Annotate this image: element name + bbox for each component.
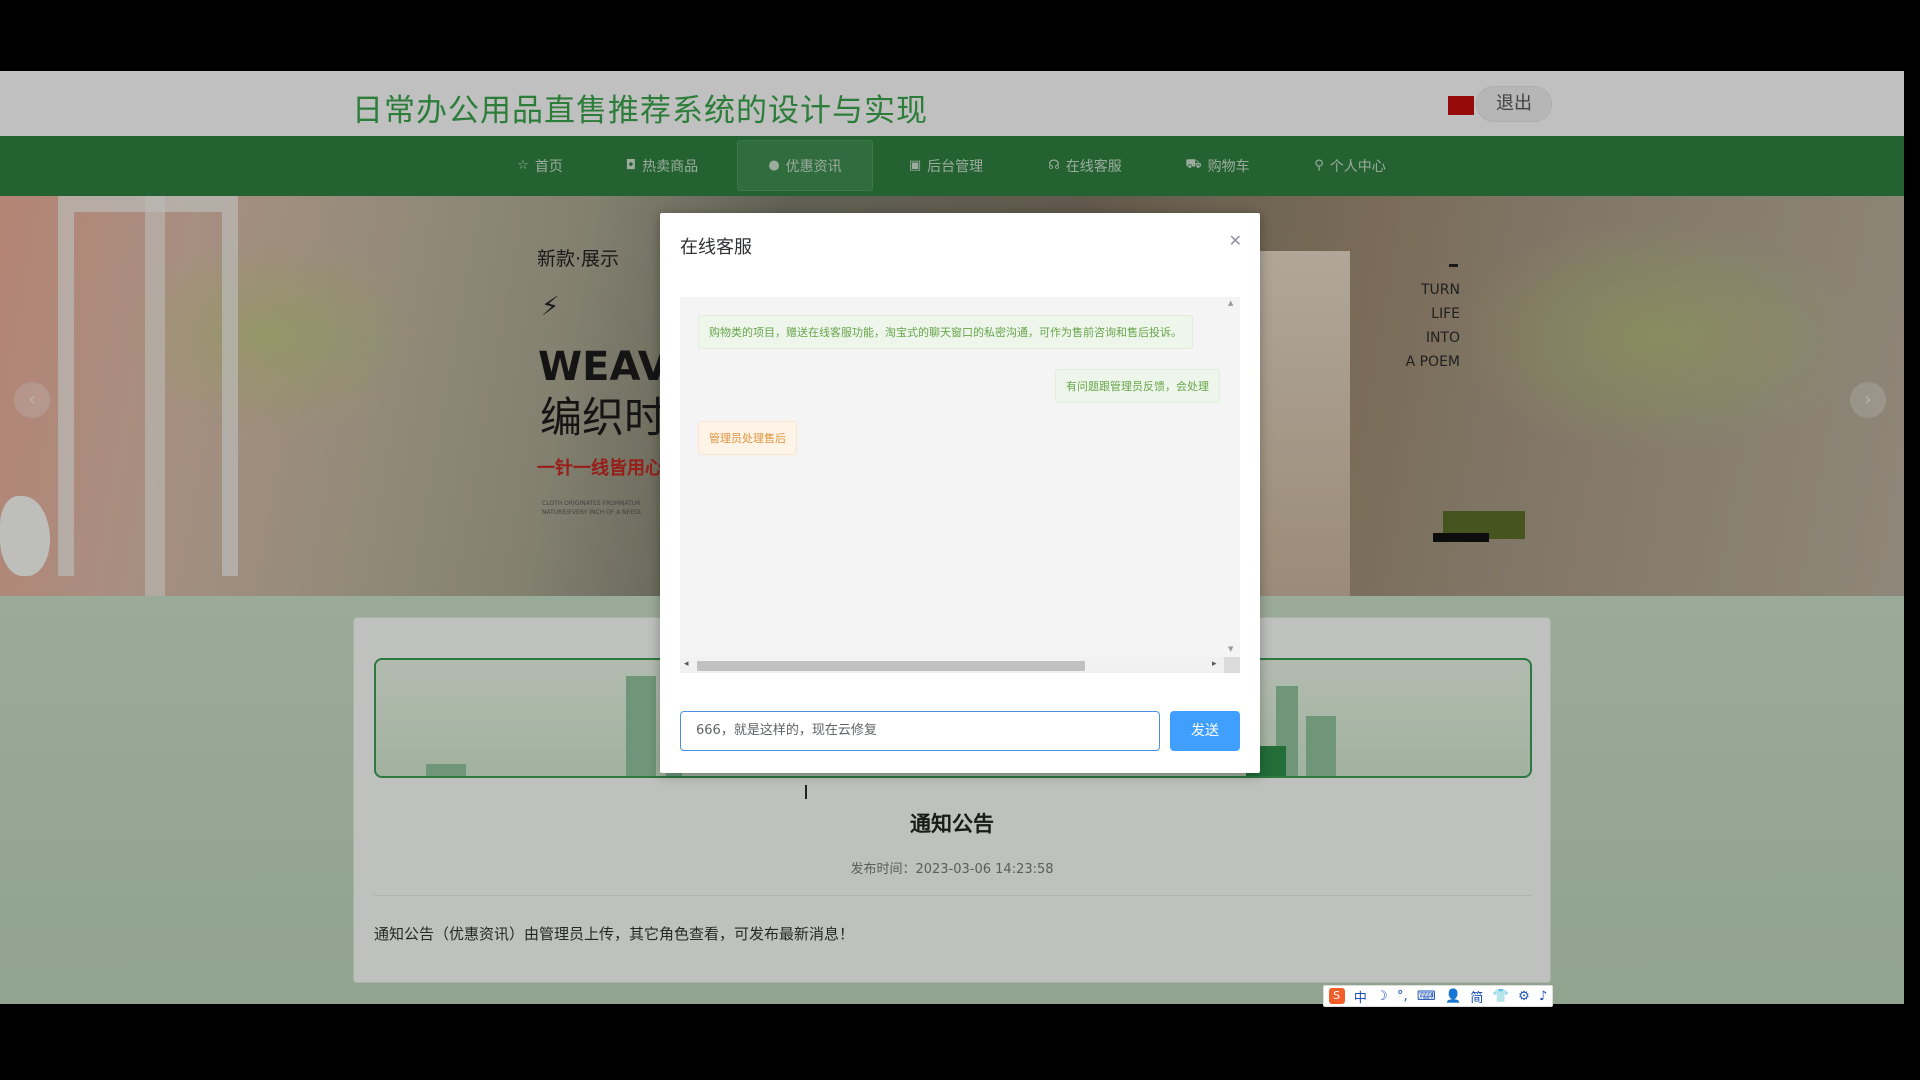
tiktok-icon[interactable]: ♪ (1539, 989, 1547, 1004)
chat-message: 购物类的项目，赠送在线客服功能，淘宝式的聊天窗口的私密沟通，可作为售前咨询和售后… (698, 315, 1193, 349)
chat-history[interactable]: 购物类的项目，赠送在线客服功能，淘宝式的聊天窗口的私密沟通，可作为售前咨询和售后… (680, 297, 1240, 673)
punctuation-icon[interactable]: °, (1397, 989, 1408, 1004)
scroll-down-icon[interactable]: ▼ (1228, 645, 1233, 653)
skin-icon[interactable]: 👕 (1493, 989, 1509, 1004)
vertical-scrollbar[interactable]: ▲ ▼ (1224, 297, 1240, 657)
dialog-title: 在线客服 (680, 237, 752, 258)
chat-message: 有问题跟管理员反馈，会处理 (1055, 369, 1220, 403)
horizontal-scrollbar[interactable]: ◂ ▸ (680, 657, 1224, 673)
browser-viewport: 日常办公用品直售推荐系统的设计与实现 退出 ☆ 首页 ◘ 热卖商品 ● 优惠资讯… (0, 71, 1904, 1004)
ime-logo-icon[interactable]: S (1328, 988, 1345, 1004)
scroll-corner (1224, 657, 1240, 673)
text-cursor (805, 785, 807, 799)
chat-message: 管理员处理售后 (698, 421, 797, 455)
send-button[interactable]: 发送 (1170, 711, 1240, 751)
ime-toolbar: S 中 ☽ °, ⌨ 👤 简 👕 ⚙ ♪ (1323, 985, 1553, 1007)
online-service-dialog: 在线客服 ✕ 购物类的项目，赠送在线客服功能，淘宝式的聊天窗口的私密沟通，可作为… (660, 213, 1260, 773)
scroll-thumb[interactable] (697, 661, 1085, 671)
keyboard-icon[interactable]: ⌨ (1417, 989, 1436, 1004)
message-input[interactable]: 666，就是这样的，现在云修复 (680, 711, 1160, 751)
user-icon[interactable]: 👤 (1445, 989, 1461, 1004)
scroll-right-icon[interactable]: ▸ (1212, 659, 1217, 669)
ime-simplified[interactable]: 简 (1470, 987, 1483, 1006)
moon-icon[interactable]: ☽ (1376, 989, 1388, 1004)
ime-chinese-mode[interactable]: 中 (1354, 987, 1367, 1006)
settings-icon[interactable]: ⚙ (1518, 989, 1530, 1004)
close-icon[interactable]: ✕ (1229, 231, 1242, 250)
scroll-left-icon[interactable]: ◂ (684, 659, 689, 669)
scroll-up-icon[interactable]: ▲ (1228, 299, 1233, 307)
